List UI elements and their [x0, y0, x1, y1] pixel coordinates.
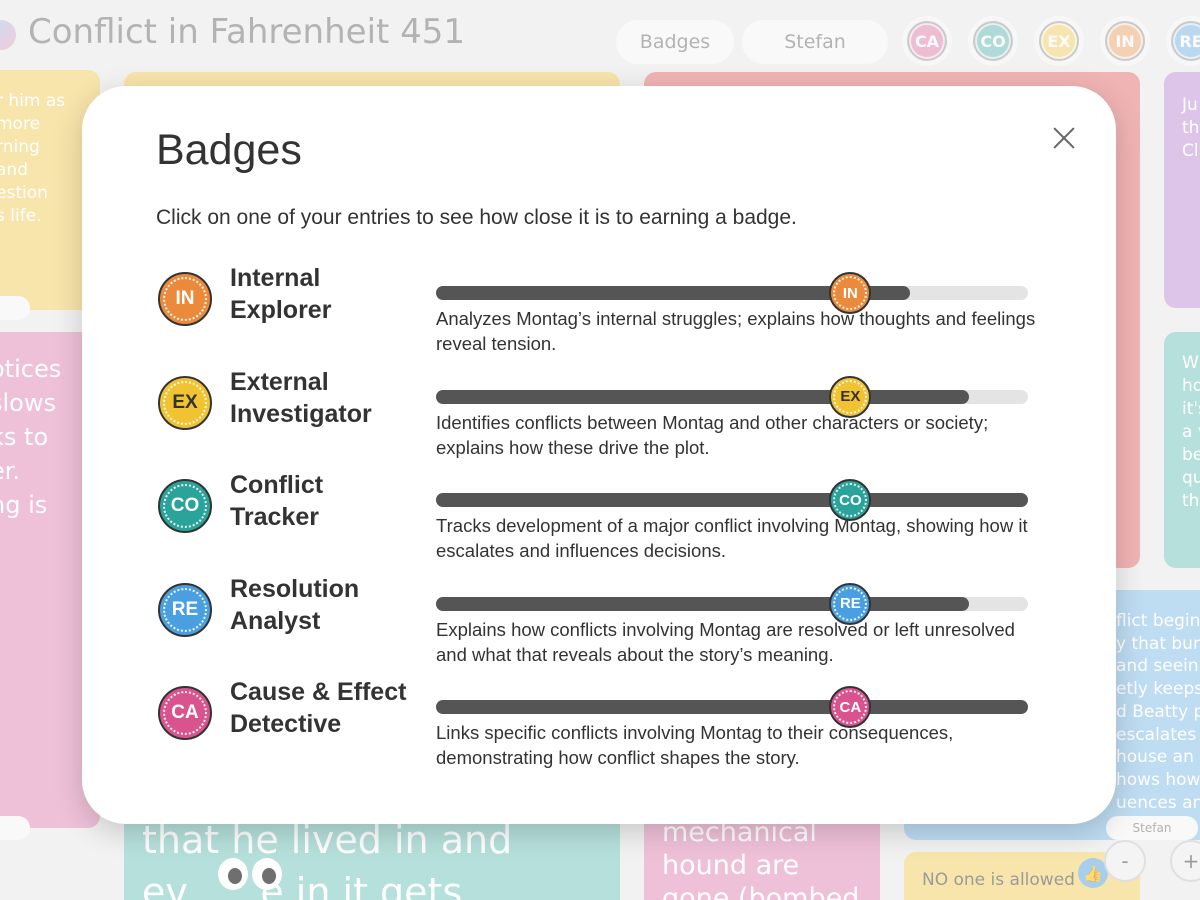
badge-name: External Investigator: [230, 366, 372, 430]
progress-track: IN: [436, 272, 1028, 314]
badge-description: Analyzes Montag’s internal struggles; ex…: [436, 308, 1036, 354]
badge-name-line: Conflict: [230, 471, 324, 499]
badge-row-ca: CA Cause & Effect Detective CA Links specifi…: [82, 678, 1116, 787]
badge-name: Conflict Tracker: [230, 469, 323, 533]
progress-track: CO: [436, 479, 1028, 521]
close-icon[interactable]: [1048, 122, 1080, 154]
badge-icon: CA: [158, 686, 212, 740]
progress-track: EX: [436, 375, 1028, 418]
badge-abbr: EX: [172, 391, 198, 413]
badge-icon: IN: [158, 272, 212, 326]
badge-description: Links specific conflicts involving Monta…: [436, 722, 954, 768]
badge-name-line: Explorer: [230, 296, 332, 324]
badge-abbr: RE: [171, 598, 199, 620]
badge-name-line: Detective: [230, 710, 342, 738]
badge-description: Explains how conflicts involving Montag …: [436, 618, 1015, 665]
badge-name-line: Tracker: [230, 503, 319, 531]
badge-name-line: External: [230, 367, 329, 396]
badge-icon: EX: [158, 375, 212, 430]
marker-abbr: CO: [839, 491, 862, 509]
badge-row-ex: EX External Investigator EX Identifies confl…: [82, 368, 1116, 477]
badge-abbr: CO: [170, 495, 200, 516]
marker-abbr: RE: [839, 595, 861, 612]
modal-subtitle: Click on one of your entries to see how …: [156, 206, 797, 229]
progress-fill: [436, 700, 1028, 714]
modal-title: Badges: [156, 126, 302, 174]
marker-abbr: IN: [842, 284, 858, 302]
badges-modal: Badges Click on one of your entries to s…: [82, 86, 1116, 824]
badge-name: Resolution Analyst: [230, 573, 359, 637]
badge-name: Internal Explorer: [230, 262, 331, 326]
badge-description: Tracks development of a major conflict i…: [436, 515, 1028, 561]
badge-icon: RE: [158, 582, 212, 637]
badge-abbr: CA: [171, 702, 199, 723]
badge-name-line: Internal: [230, 264, 321, 292]
progress-fill: [436, 596, 969, 611]
badge-row-co: CO Conflict Tracker CO Tracks development of…: [82, 471, 1116, 580]
marker-abbr: CA: [839, 698, 862, 716]
progress-track: CA: [436, 686, 1028, 728]
badge-name-line: Resolution: [230, 574, 360, 603]
badge-name: Cause & Effect Detective: [230, 676, 406, 740]
badge-row-re: RE Resolution Analyst RE Explains how confli…: [82, 575, 1116, 684]
progress-fill: [436, 493, 1028, 507]
badge-name-line: Cause & Effect: [230, 678, 407, 706]
marker-abbr: EX: [840, 388, 861, 405]
badge-abbr: IN: [175, 288, 195, 309]
progress-fill: [436, 389, 969, 404]
badge-name-line: Investigator: [230, 399, 372, 428]
badge-description: Identifies conflicts between Montag and …: [436, 411, 989, 458]
progress-track: RE: [436, 582, 1028, 625]
badge-row-in: IN Internal Explorer IN Analyzes Montag’s in…: [82, 264, 1116, 373]
badge-icon: CO: [158, 479, 212, 533]
badge-name-line: Analyst: [230, 606, 321, 635]
